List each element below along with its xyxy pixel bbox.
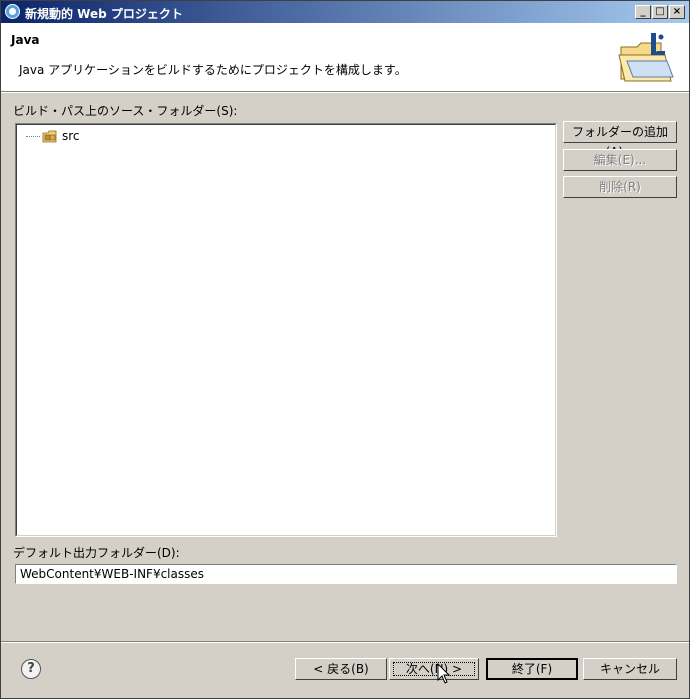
eclipse-app-icon bbox=[5, 4, 20, 19]
page-description: Java アプリケーションをビルドするためにプロジェクトを構成します。 bbox=[19, 63, 407, 77]
source-folder-tree[interactable]: src bbox=[15, 123, 557, 537]
cancel-button[interactable]: キャンセル bbox=[583, 658, 677, 680]
source-folders-label: ビルド・パス上のソース・フォルダー(S): bbox=[13, 104, 238, 118]
next-button[interactable]: 次へ(N) > bbox=[389, 658, 479, 680]
minimize-button[interactable]: _ bbox=[635, 5, 651, 19]
tree-item-src[interactable]: src bbox=[26, 128, 80, 144]
page-title: Java bbox=[11, 33, 40, 47]
title-bar[interactable]: 新規動的 Web プロジェクト _ □ × bbox=[1, 1, 689, 23]
finish-button[interactable]: 終了(F) bbox=[486, 658, 578, 680]
maximize-button[interactable]: □ bbox=[652, 5, 668, 19]
source-package-icon bbox=[42, 130, 57, 143]
window-title: 新規動的 Web プロジェクト bbox=[25, 7, 183, 21]
tree-item-label: src bbox=[62, 129, 80, 143]
output-folder-input[interactable]: WebContent¥WEB-INF¥classes bbox=[15, 564, 677, 584]
footer-separator bbox=[1, 641, 689, 643]
header-separator bbox=[1, 92, 689, 93]
close-button[interactable]: × bbox=[669, 5, 685, 19]
wizard-dialog: 新規動的 Web プロジェクト _ □ × Java Java アプリケーション… bbox=[0, 0, 690, 699]
output-folder-label: デフォルト出力フォルダー(D): bbox=[13, 546, 180, 560]
help-icon[interactable]: ? bbox=[21, 659, 41, 679]
java-folder-icon bbox=[618, 33, 674, 82]
remove-button[interactable]: 削除(R) bbox=[563, 176, 677, 198]
add-folder-button[interactable]: フォルダーの追加(A)... bbox=[563, 121, 677, 159]
back-button[interactable]: < 戻る(B) bbox=[295, 658, 387, 680]
wizard-header: Java Java アプリケーションをビルドするためにプロジェクトを構成します。 bbox=[1, 23, 689, 92]
edit-button[interactable]: 編集(E)... bbox=[563, 149, 677, 171]
mouse-cursor-icon bbox=[437, 663, 451, 684]
